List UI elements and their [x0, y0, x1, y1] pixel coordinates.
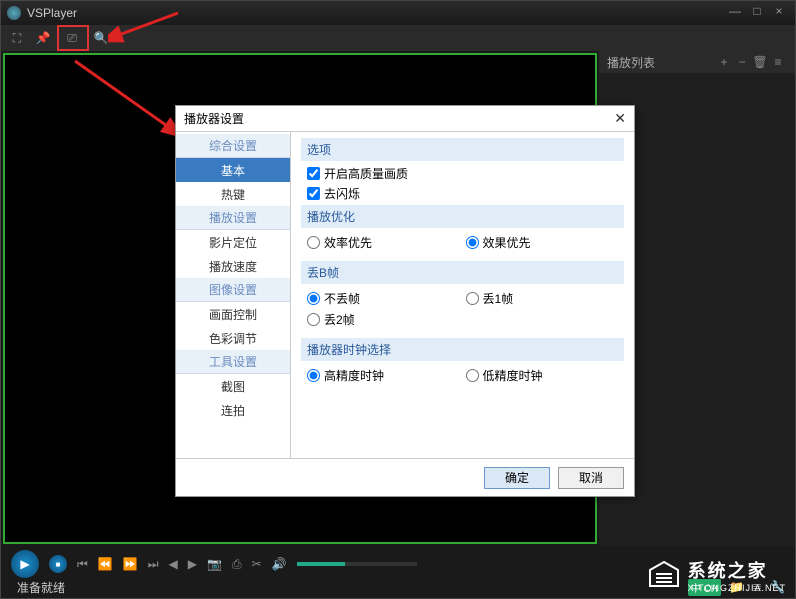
dialog-title: 播放器设置	[184, 110, 244, 127]
step-back-icon[interactable]: ◀	[169, 557, 178, 571]
radio-clock-lo-label: 低精度时钟	[483, 367, 543, 384]
dialog-close-icon[interactable]: ✕	[614, 110, 626, 127]
nav-group-playback: 播放设置	[176, 206, 290, 230]
nav-item-picture[interactable]: 画面控制	[176, 302, 290, 326]
playlist-delete-icon[interactable]: 🗑	[751, 55, 769, 69]
checkbox-flicker-label: 去闪烁	[324, 185, 360, 202]
pin-icon[interactable]: 📌	[31, 28, 55, 48]
dialog-titlebar: 播放器设置 ✕	[176, 106, 634, 132]
titlebar: VSPlayer — □ ×	[1, 1, 795, 25]
settings-sidebar: 综合设置 基本 热键 播放设置 影片定位 播放速度 图像设置 画面控制 色彩调节…	[176, 132, 291, 458]
playlist-title: 播放列表	[607, 54, 655, 71]
watermark-brand: 系统之家	[688, 557, 786, 583]
radio-drop-2[interactable]: 丢2帧	[307, 311, 466, 328]
watermark-url: XITONGZHIJIA.NET	[688, 583, 786, 593]
section-clock: 播放器时钟选择	[301, 338, 624, 361]
radio-efficiency-label: 效率优先	[324, 234, 372, 251]
radio-drop-2-label: 丢2帧	[324, 311, 355, 328]
burst-icon[interactable]: ⎙	[232, 557, 242, 572]
maximize-button[interactable]: □	[747, 4, 767, 22]
radio-clock-hi-label: 高精度时钟	[324, 367, 384, 384]
watermark: 系统之家 XITONGZHIJIA.NET	[646, 557, 786, 593]
minimize-button[interactable]: —	[725, 4, 745, 22]
radio-drop-1[interactable]: 丢1帧	[466, 290, 625, 307]
settings-pane: 选项 开启高质量画质 去闪烁 播放优化 效率优先 效果优先 丢B帧 不丢帧 丢1…	[291, 132, 634, 458]
volume-icon[interactable]: 🔊	[272, 557, 287, 571]
checkbox-hq[interactable]: 开启高质量画质	[307, 165, 624, 182]
ok-button[interactable]: 确定	[484, 467, 550, 489]
radio-drop-1-label: 丢1帧	[483, 290, 514, 307]
nav-group-general: 综合设置	[176, 134, 290, 158]
nav-item-basic[interactable]: 基本	[176, 158, 290, 182]
checkbox-flicker[interactable]: 去闪烁	[307, 185, 624, 202]
close-button[interactable]: ×	[769, 4, 789, 22]
nav-item-burst[interactable]: 连拍	[176, 398, 290, 422]
cancel-button[interactable]: 取消	[558, 467, 624, 489]
radio-efficiency[interactable]: 效率优先	[307, 234, 466, 251]
checkbox-hq-label: 开启高质量画质	[324, 165, 408, 182]
dialog-footer: 确定 取消	[176, 458, 634, 496]
settings-button-highlight: ⎚	[57, 25, 89, 51]
status-text: 准备就绪	[17, 579, 65, 596]
section-drop-b: 丢B帧	[301, 261, 624, 284]
skip-start-icon[interactable]: ⏮	[77, 557, 88, 572]
watermark-logo-icon	[646, 560, 682, 590]
radio-clock-lo[interactable]: 低精度时钟	[466, 367, 625, 384]
step-forward-icon[interactable]: ▶	[188, 557, 197, 571]
playlist-remove-icon[interactable]: −	[733, 55, 751, 69]
nav-item-hotkey[interactable]: 热键	[176, 182, 290, 206]
settings-dialog: 播放器设置 ✕ 综合设置 基本 热键 播放设置 影片定位 播放速度 图像设置 画…	[175, 105, 635, 497]
camera-icon[interactable]: 📷	[207, 557, 222, 571]
section-options: 选项	[301, 138, 624, 161]
skip-end-icon[interactable]: ⏭	[148, 557, 159, 572]
nav-item-screenshot[interactable]: 截图	[176, 374, 290, 398]
stop-button[interactable]: ■	[49, 555, 67, 573]
app-icon	[7, 6, 21, 20]
radio-clock-hi[interactable]: 高精度时钟	[307, 367, 466, 384]
nav-group-tools: 工具设置	[176, 350, 290, 374]
nav-group-image: 图像设置	[176, 278, 290, 302]
playlist-menu-icon[interactable]: ≡	[769, 55, 787, 69]
radio-drop-none-label: 不丢帧	[324, 290, 360, 307]
search-icon[interactable]: 🔍	[89, 28, 113, 48]
radio-drop-none[interactable]: 不丢帧	[307, 290, 466, 307]
rewind-icon[interactable]: ⏪	[98, 557, 113, 571]
settings-icon[interactable]: ⎚	[60, 28, 84, 48]
cut-icon[interactable]: ✂	[252, 557, 262, 571]
app-title: VSPlayer	[27, 6, 77, 20]
radio-quality-label: 效果优先	[483, 234, 531, 251]
fullscreen-icon[interactable]: ⛶	[5, 28, 29, 48]
nav-item-seek[interactable]: 影片定位	[176, 230, 290, 254]
playlist-header: 播放列表 + − 🗑 ≡	[599, 51, 795, 73]
forward-icon[interactable]: ⏩	[123, 557, 138, 571]
toolbar: ⛶ 📌 ⎚ 🔍	[1, 25, 795, 51]
volume-slider[interactable]	[297, 562, 417, 566]
section-playback-opt: 播放优化	[301, 205, 624, 228]
playlist-add-icon[interactable]: +	[715, 55, 733, 69]
nav-item-speed[interactable]: 播放速度	[176, 254, 290, 278]
nav-item-color[interactable]: 色彩调节	[176, 326, 290, 350]
play-button[interactable]: ▶	[11, 550, 39, 578]
radio-quality[interactable]: 效果优先	[466, 234, 625, 251]
